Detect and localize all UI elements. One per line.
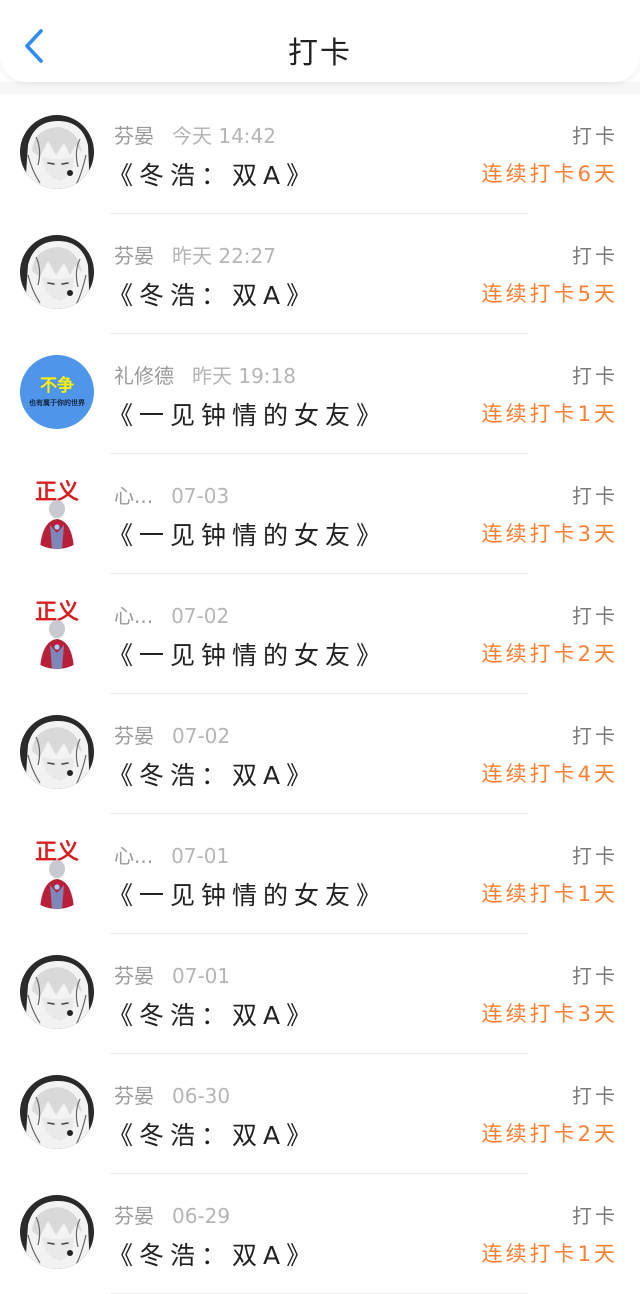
action-label: 打卡 xyxy=(572,244,618,268)
action-label: 打卡 xyxy=(572,844,618,868)
checkin-item[interactable]: 芬晏 06-29 《冬浩：双A》 打卡 连续打卡1天 xyxy=(0,1174,640,1294)
meta-line: 芬晏 06-30 xyxy=(114,1080,230,1109)
book-title[interactable]: 《一见钟情的女友》 xyxy=(108,396,387,432)
checkin-time: 昨天 22:27 xyxy=(172,244,276,268)
meta-line: 礼修德 昨天 19:18 xyxy=(114,360,296,389)
checkin-time: 07-01 xyxy=(171,844,230,868)
book-title[interactable]: 《冬浩：双A》 xyxy=(108,1116,317,1152)
book-title[interactable]: 《冬浩：双A》 xyxy=(108,276,317,312)
avatar[interactable]: 正义 xyxy=(20,835,94,909)
hero-avatar-image: 正义 xyxy=(20,595,94,669)
book-title[interactable]: 《冬浩：双A》 xyxy=(108,996,317,1032)
checkin-time: 今天 14:42 xyxy=(172,124,276,148)
avatar[interactable]: 正义 xyxy=(20,595,94,669)
text-avatar-image: 不争也有属于你的世界 xyxy=(20,355,94,429)
streak-count: 连续打卡4天 xyxy=(481,762,618,786)
page-title: 打卡 xyxy=(288,36,352,71)
action-label: 打卡 xyxy=(572,724,618,748)
top-bar: 打卡 xyxy=(0,0,640,82)
avatar-subtext: 也有属于你的世界 xyxy=(29,398,86,407)
action-label: 打卡 xyxy=(572,1084,618,1108)
streak-count: 连续打卡3天 xyxy=(481,1002,618,1026)
avatar[interactable] xyxy=(20,235,94,309)
anime-avatar-image xyxy=(20,115,94,189)
user-name[interactable]: 芬晏 xyxy=(114,124,154,148)
avatar[interactable] xyxy=(20,955,94,1029)
action-label: 打卡 xyxy=(572,124,618,148)
action-label: 打卡 xyxy=(572,964,618,988)
anime-avatar-image xyxy=(20,715,94,789)
streak-count: 连续打卡1天 xyxy=(481,402,618,426)
streak-count: 连续打卡5天 xyxy=(481,282,618,306)
checkin-time: 07-01 xyxy=(172,964,231,988)
meta-line: 芬晏 今天 14:42 xyxy=(114,120,276,149)
avatar[interactable]: 正义 xyxy=(20,475,94,549)
book-title[interactable]: 《冬浩：双A》 xyxy=(108,756,317,792)
anime-avatar-image xyxy=(20,1075,94,1149)
avatar-text: 不争 xyxy=(40,375,74,396)
hero-avatar-image: 正义 xyxy=(20,835,94,909)
book-title[interactable]: 《冬浩：双A》 xyxy=(108,1236,317,1272)
checkin-item[interactable]: 芬晏 06-30 《冬浩：双A》 打卡 连续打卡2天 xyxy=(0,1054,640,1174)
user-name[interactable]: 芬晏 xyxy=(114,244,154,268)
meta-line: 心... 07-03 xyxy=(114,480,229,509)
user-name[interactable]: 心... xyxy=(114,604,153,628)
meta-line: 芬晏 06-29 xyxy=(114,1200,230,1229)
avatar[interactable] xyxy=(20,1195,94,1269)
checkin-time: 07-02 xyxy=(171,604,230,628)
user-name[interactable]: 芬晏 xyxy=(114,964,154,988)
action-label: 打卡 xyxy=(572,1204,618,1228)
checkin-item[interactable]: 芬晏 昨天 22:27 《冬浩：双A》 打卡 连续打卡5天 xyxy=(0,214,640,334)
meta-line: 芬晏 07-01 xyxy=(114,960,230,989)
action-label: 打卡 xyxy=(572,484,618,508)
streak-count: 连续打卡6天 xyxy=(481,162,618,186)
user-name[interactable]: 心... xyxy=(114,484,153,508)
book-title[interactable]: 《冬浩：双A》 xyxy=(108,156,317,192)
checkin-item[interactable]: 芬晏 今天 14:42 《冬浩：双A》 打卡 连续打卡6天 xyxy=(0,94,640,214)
anime-avatar-image xyxy=(20,1195,94,1269)
action-label: 打卡 xyxy=(572,364,618,388)
streak-count: 连续打卡1天 xyxy=(481,1242,618,1266)
checkin-time: 昨天 19:18 xyxy=(192,364,296,388)
anime-avatar-image xyxy=(20,235,94,309)
book-title[interactable]: 《一见钟情的女友》 xyxy=(108,516,387,552)
checkin-time: 06-29 xyxy=(172,1204,231,1228)
checkin-time: 07-03 xyxy=(171,484,230,508)
book-title[interactable]: 《一见钟情的女友》 xyxy=(108,876,387,912)
checkin-time: 07-02 xyxy=(172,724,231,748)
avatar[interactable] xyxy=(20,115,94,189)
streak-count: 连续打卡3天 xyxy=(481,522,618,546)
checkin-item[interactable]: 正义 心... 07-02 《一见钟情的女友》 打卡 连续打卡2天 xyxy=(0,574,640,694)
feed-top-shade xyxy=(0,82,640,94)
checkin-item[interactable]: 芬晏 07-01 《冬浩：双A》 打卡 连续打卡3天 xyxy=(0,934,640,1054)
action-label: 打卡 xyxy=(572,604,618,628)
meta-line: 芬晏 昨天 22:27 xyxy=(114,240,276,269)
meta-line: 芬晏 07-02 xyxy=(114,720,230,749)
user-name[interactable]: 心... xyxy=(114,844,153,868)
streak-count: 连续打卡2天 xyxy=(481,1122,618,1146)
user-name[interactable]: 芬晏 xyxy=(114,724,154,748)
meta-line: 心... 07-01 xyxy=(114,840,229,869)
checkin-item[interactable]: 正义 心... 07-03 《一见钟情的女友》 打卡 连续打卡3天 xyxy=(0,454,640,574)
user-name[interactable]: 礼修德 xyxy=(114,364,174,388)
avatar[interactable] xyxy=(20,1075,94,1149)
checkin-time: 06-30 xyxy=(172,1084,231,1108)
checkin-item[interactable]: 正义 心... 07-01 《一见钟情的女友》 打卡 连续打卡1天 xyxy=(0,814,640,934)
meta-line: 心... 07-02 xyxy=(114,600,229,629)
checkin-feed: 芬晏 今天 14:42 《冬浩：双A》 打卡 连续打卡6天 芬晏 昨天 22:27 … xyxy=(0,94,640,1294)
book-title[interactable]: 《一见钟情的女友》 xyxy=(108,636,387,672)
avatar[interactable]: 不争也有属于你的世界 xyxy=(20,355,94,429)
user-name[interactable]: 芬晏 xyxy=(114,1084,154,1108)
anime-avatar-image xyxy=(20,955,94,1029)
streak-count: 连续打卡1天 xyxy=(481,882,618,906)
user-name[interactable]: 芬晏 xyxy=(114,1204,154,1228)
hero-avatar-image: 正义 xyxy=(20,475,94,549)
avatar[interactable] xyxy=(20,715,94,789)
streak-count: 连续打卡2天 xyxy=(481,642,618,666)
checkin-item[interactable]: 不争也有属于你的世界 礼修德 昨天 19:18 《一见钟情的女友》 打卡 连续打卡… xyxy=(0,334,640,454)
checkin-item[interactable]: 芬晏 07-02 《冬浩：双A》 打卡 连续打卡4天 xyxy=(0,694,640,814)
